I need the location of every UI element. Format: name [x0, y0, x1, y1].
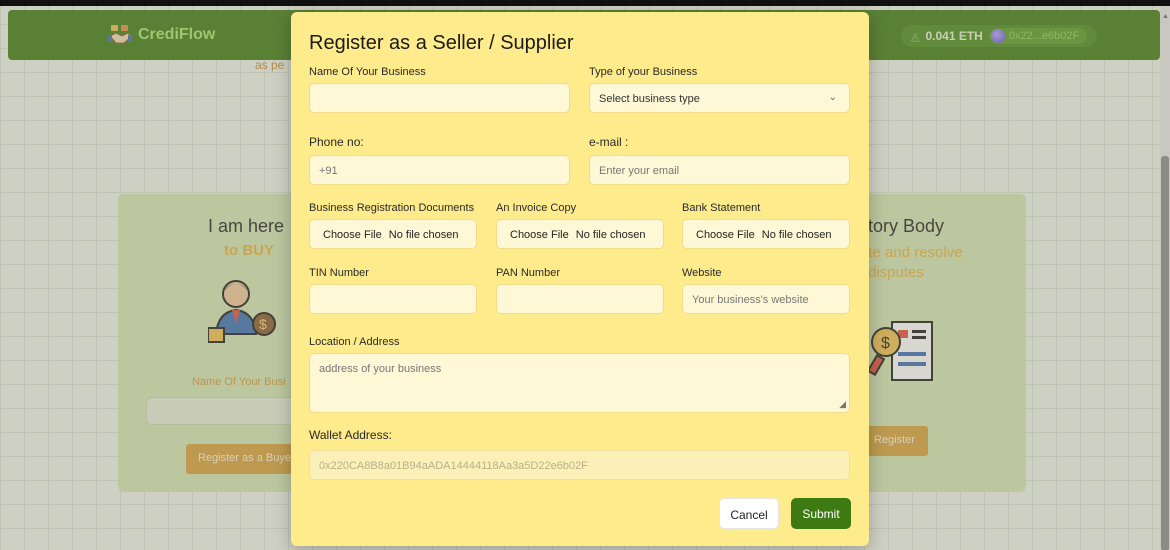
tin-input[interactable] — [309, 284, 477, 314]
cancel-button[interactable]: Cancel — [719, 498, 779, 529]
seller-registration-modal: Register as a Seller / Supplier Name Of … — [291, 12, 869, 546]
invoice-label: An Invoice Copy — [496, 202, 577, 214]
reg-docs-label: Business Registration Documents — [309, 202, 475, 214]
business-type-value: Select business type — [599, 93, 700, 105]
email-label: e-mail : — [589, 135, 629, 149]
reg-docs-file-input[interactable]: Choose File No file chosen — [309, 219, 477, 249]
invoice-status: No file chosen — [575, 229, 646, 241]
invoice-file-input[interactable]: Choose File No file chosen — [496, 219, 664, 249]
chevron-down-icon: ⌄ — [828, 92, 837, 103]
business-name-input[interactable] — [309, 83, 570, 113]
business-type-label: Type of your Business — [589, 66, 698, 78]
business-name-label: Name Of Your Business — [309, 66, 426, 78]
bank-statement-file-input[interactable]: Choose File No file chosen — [682, 219, 850, 249]
pan-label: PAN Number — [496, 267, 560, 279]
reg-docs-choose-button[interactable]: Choose File — [323, 229, 382, 241]
submit-button[interactable]: Submit — [791, 498, 851, 529]
bank-statement-status: No file chosen — [761, 229, 832, 241]
invoice-choose-button[interactable]: Choose File — [510, 229, 569, 241]
location-textarea[interactable]: address of your business ◢ — [309, 353, 850, 413]
business-type-select[interactable]: Select business type ⌄ — [589, 83, 850, 113]
phone-label: Phone no: — [309, 135, 364, 149]
email-input[interactable]: Enter your email — [589, 155, 850, 185]
location-placeholder: address of your business — [319, 363, 442, 375]
bank-statement-label: Bank Statement — [682, 202, 761, 214]
wallet-label: Wallet Address: — [309, 428, 392, 442]
resize-handle-icon[interactable]: ◢ — [839, 399, 846, 410]
wallet-address-field: 0x220CA8B8a01B94aADA14444118Aa3a5D22e6b0… — [309, 450, 850, 480]
bank-statement-choose-button[interactable]: Choose File — [696, 229, 755, 241]
location-label: Location / Address — [309, 336, 400, 348]
website-label: Website — [682, 267, 722, 279]
pan-input[interactable] — [496, 284, 664, 314]
tin-label: TIN Number — [309, 267, 369, 279]
website-input[interactable]: Your business's website — [682, 284, 850, 314]
reg-docs-status: No file chosen — [388, 229, 459, 241]
phone-input[interactable]: +91 — [309, 155, 570, 185]
modal-title: Register as a Seller / Supplier — [309, 32, 574, 54]
